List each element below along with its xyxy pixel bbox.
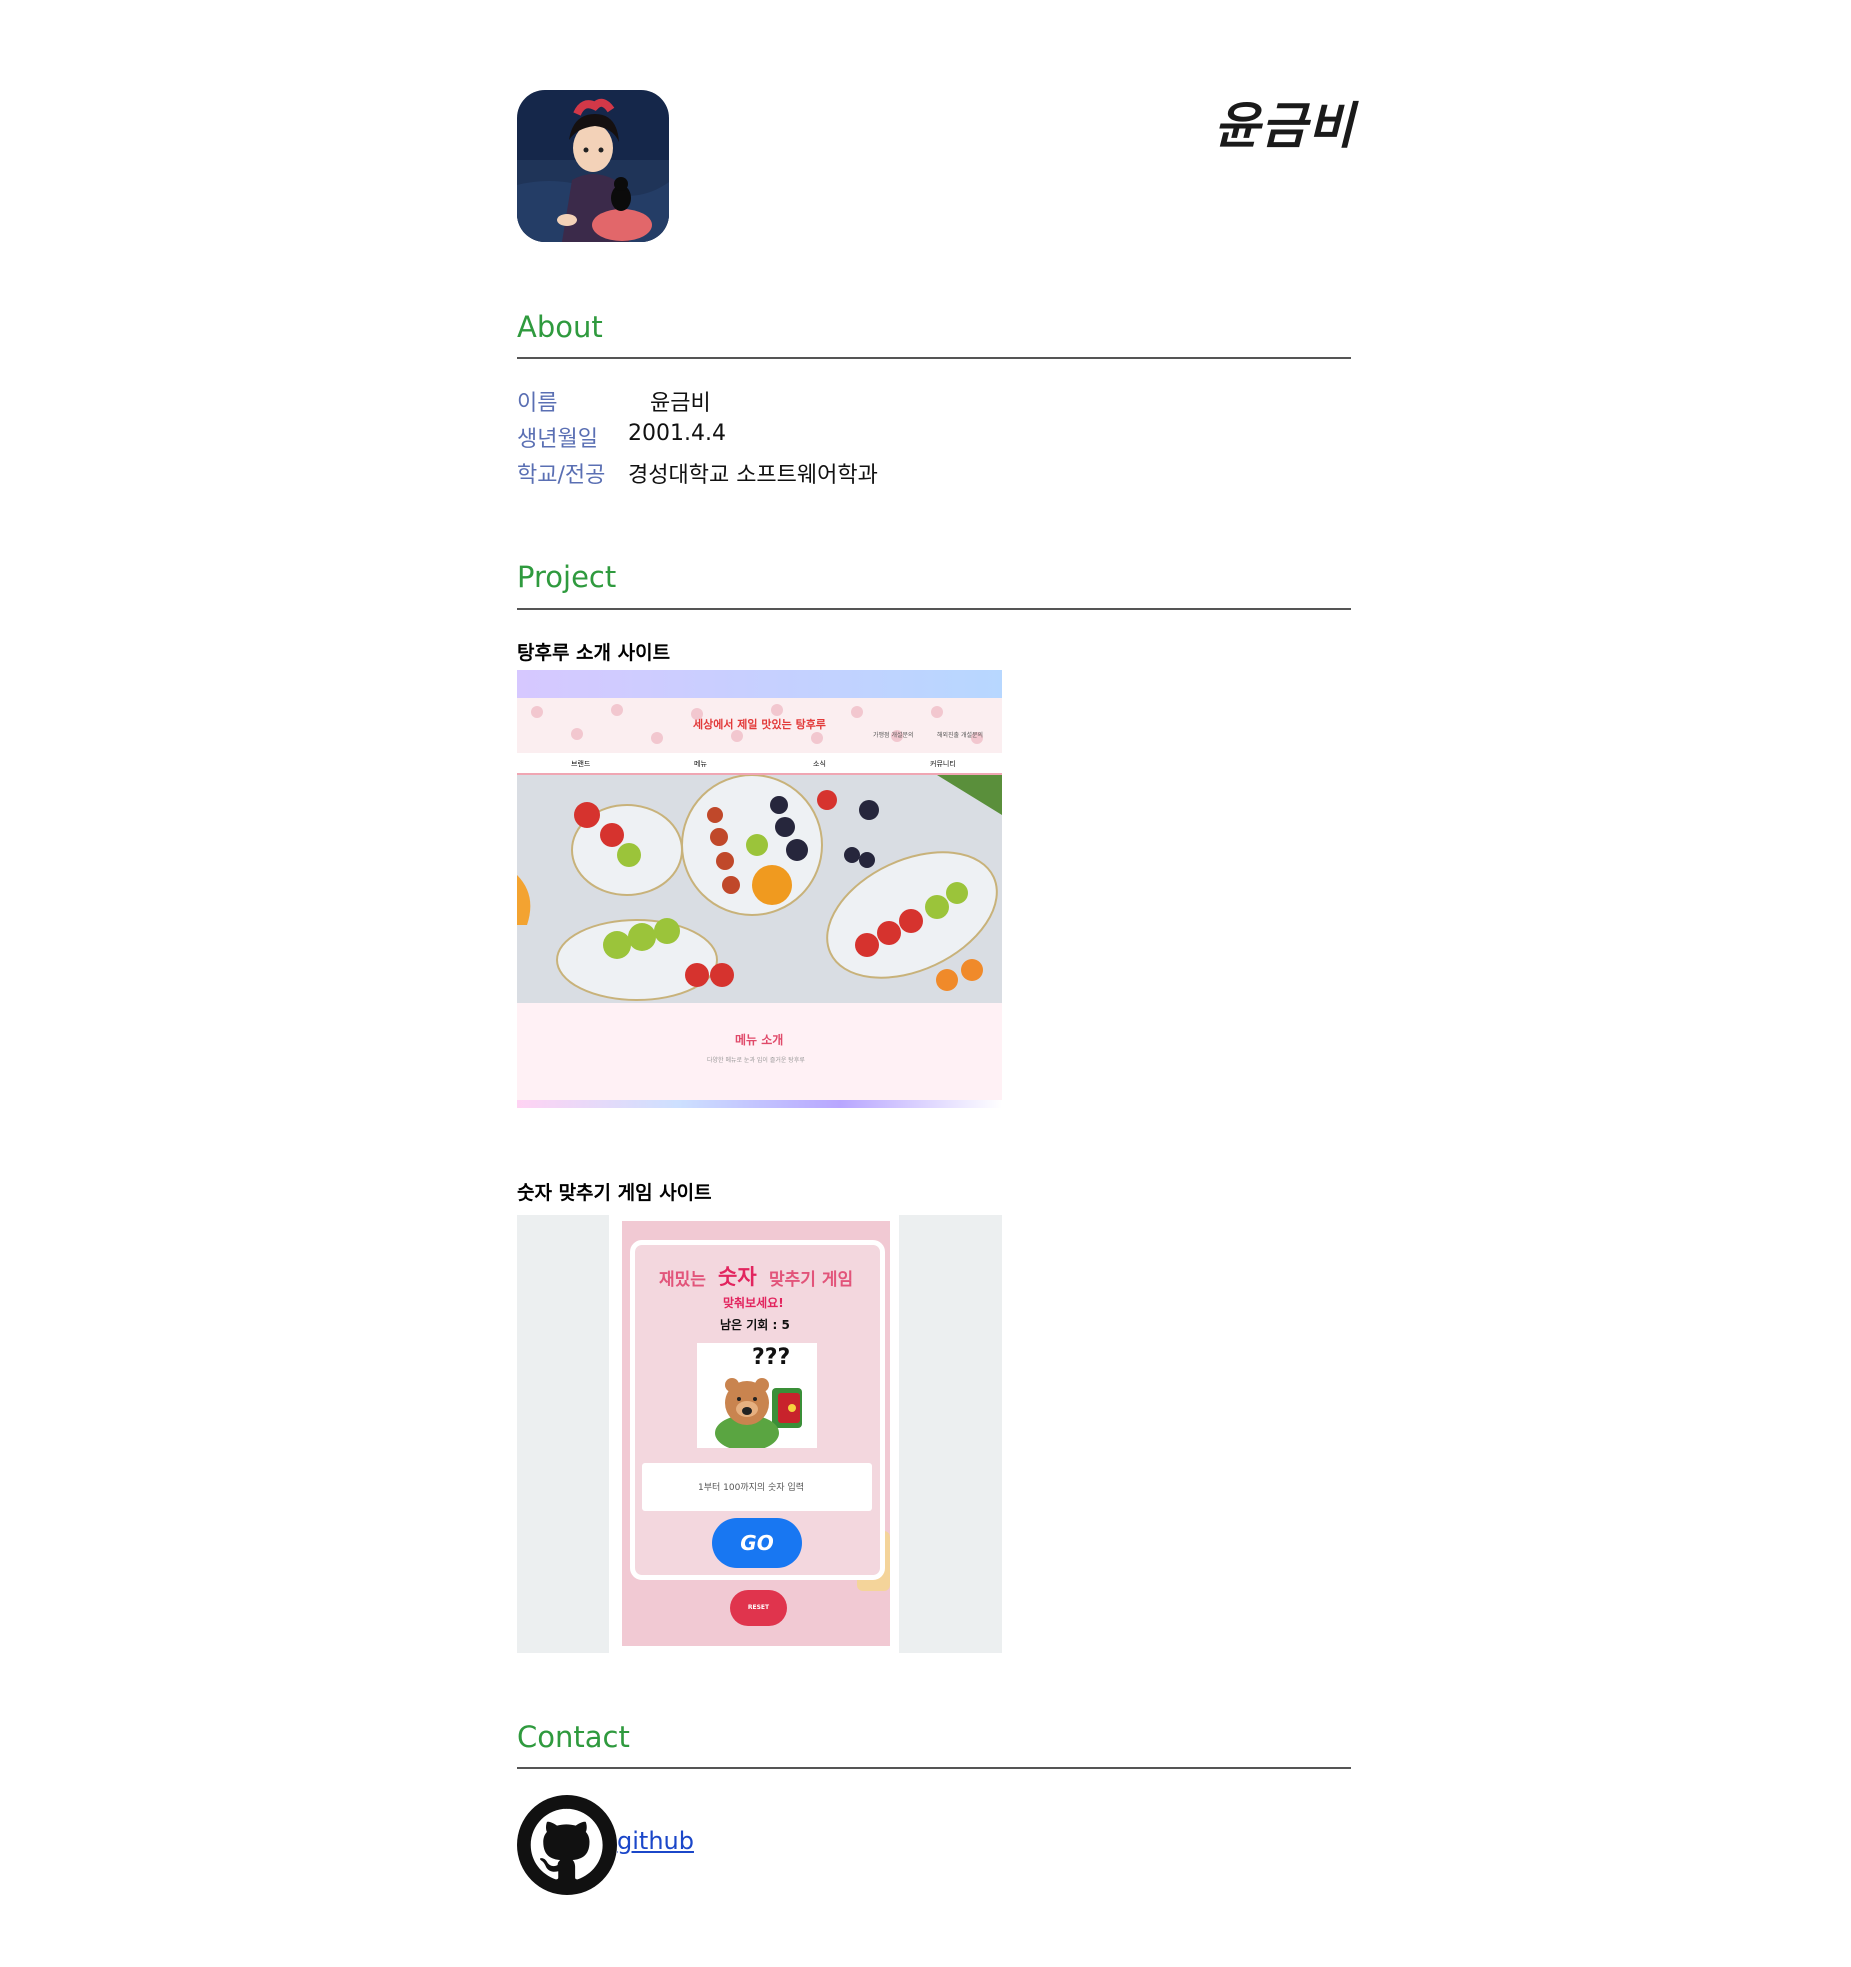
about-value: 경성대학교 소프트웨어학과 [628,463,878,488]
top-link[interactable]: 가맹점 개설문의 [873,730,914,739]
banner: 세상에서 제일 맛있는 탕후루 가맹점 개설문의 해외진출 개설문의 [517,698,1002,753]
about-value: 윤금비 [650,391,711,416]
profile-avatar [517,90,669,242]
game-heading-b: 숫자 [718,1265,757,1289]
go-button[interactable]: GO [712,1518,802,1568]
game-heading-a: 재밌는 [659,1270,706,1290]
project-section-title: Project [517,560,617,594]
nav-item[interactable]: 커뮤니티 [930,759,956,769]
game-subheading: 맞춰보세요! [723,1296,784,1310]
bottom-gradient-bar [517,1100,1002,1108]
nav-item[interactable]: 소식 [813,759,826,769]
project-2-screenshot[interactable]: 9 4 재밌는 숫자 맞추기 게임 맞춰보세요! 남은 기회 : 5 ??? [517,1215,1002,1653]
site-owner-name: 윤금비 [1214,97,1355,155]
contact-section-title: Contact [517,1720,630,1754]
game-heading-c: 맞추기 게임 [769,1270,854,1290]
page: 윤금비 About 이름 윤금비 생년월일 2001.4.4 학교/전공 경성대… [0,0,1851,1967]
github-link[interactable]: github [617,1827,694,1855]
menu-section-subtitle: 다양한 메뉴로 눈과 입이 즐거운 탕후루 [707,1057,805,1064]
nav-bar: 브랜드 메뉴 소식 커뮤니티 [517,753,1002,775]
reset-button[interactable]: RESET [730,1590,787,1626]
number-input-placeholder: 1부터 100까지의 숫자 입력 [698,1483,805,1493]
github-mark [517,1795,617,1895]
about-divider [517,357,1351,359]
project-1-title: 탕후루 소개 사이트 [517,642,671,664]
mystery-text: ??? [752,1345,791,1370]
project-2-title: 숫자 맞추기 게임 사이트 [517,1182,712,1204]
top-link[interactable]: 해외진출 개설문의 [937,730,983,739]
project-1-screenshot[interactable]: 세상에서 제일 맛있는 탕후루 가맹점 개설문의 해외진출 개설문의 브랜드 메… [517,670,1002,1108]
nav-item[interactable]: 브랜드 [571,759,590,769]
profile-avatar-illustration [517,90,669,242]
contact-divider [517,1767,1351,1769]
nav-item[interactable]: 메뉴 [694,759,707,769]
chances-left: 남은 기회 : 5 [720,1318,790,1332]
menu-section-title: 메뉴 소개 [735,1033,784,1047]
about-section-title: About [517,310,603,344]
about-key: 생년월일 [517,427,598,452]
number-input[interactable]: 1부터 100까지의 숫자 입력 [642,1463,872,1511]
gradient-bar [517,670,1002,698]
banner-title: 세상에서 제일 맛있는 탕후루 [693,718,826,731]
github-icon[interactable] [517,1795,617,1895]
about-key: 이름 [517,391,558,416]
mystery-card: ??? [697,1343,817,1448]
about-key: 학교/전공 [517,463,606,488]
project-divider [517,608,1351,610]
bear-character-icon [715,1378,802,1448]
about-value: 2001.4.4 [628,421,726,446]
tanghulu-photo [517,775,1002,1003]
